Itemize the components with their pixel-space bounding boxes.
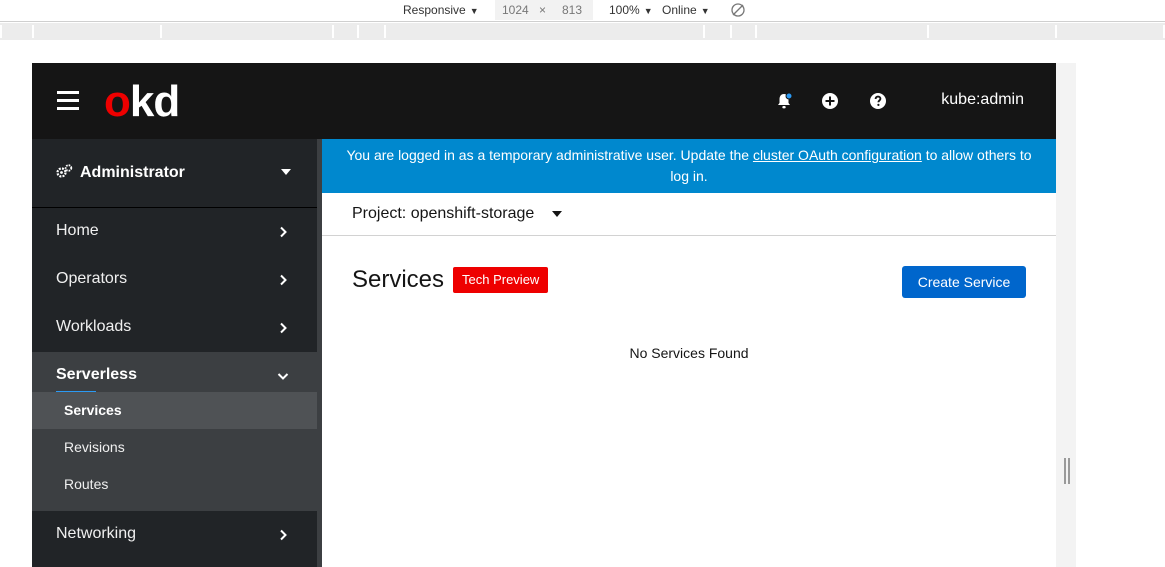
width-input[interactable]: 1024	[502, 3, 529, 17]
nav-item-networking[interactable]: Networking	[32, 511, 317, 559]
cluster-banner: You are logged in as a temporary adminis…	[322, 139, 1056, 193]
caret-down-icon: ▼	[469, 6, 479, 16]
logo-o: o	[104, 77, 131, 126]
perspective-label: Administrator	[80, 164, 185, 181]
nav-item-label: Serverless	[56, 366, 137, 383]
height-input[interactable]: 813	[562, 3, 582, 17]
perspective-switcher[interactable]: Administrator	[32, 139, 317, 208]
chevron-right-icon	[277, 528, 289, 541]
bell-icon[interactable]	[775, 92, 793, 110]
ruler-segment[interactable]	[32, 25, 162, 38]
user-menu[interactable]: kube:admin	[941, 91, 1024, 109]
nav-item-label: Workloads	[56, 318, 132, 335]
chevron-right-icon	[277, 321, 289, 334]
ruler-segment[interactable]	[0, 25, 34, 38]
nav-item-serverless[interactable]: Serverless	[32, 352, 317, 394]
subnav-item-label: Routes	[64, 476, 109, 492]
masthead: okd kube:admin	[32, 63, 1056, 139]
oauth-config-link[interactable]: cluster OAuth configuration	[753, 147, 922, 163]
nav-item-workloads[interactable]: Workloads	[32, 304, 317, 352]
zoom-label: 100%	[609, 3, 640, 17]
ruler-segment[interactable]	[357, 25, 386, 38]
ruler-segment[interactable]	[927, 25, 1057, 38]
device-label: Responsive	[403, 3, 466, 17]
caret-down-icon: ▼	[643, 6, 653, 16]
create-service-button[interactable]: Create Service	[902, 266, 1026, 298]
project-dropdown[interactable]: Project: openshift-storage	[352, 205, 563, 223]
ruler-segment[interactable]	[160, 25, 334, 38]
nav-item-label: Networking	[56, 525, 137, 542]
nav-item-label: Home	[56, 222, 99, 239]
chevron-down-icon	[277, 369, 289, 381]
page-title: Services	[352, 266, 445, 293]
media-query-ruler	[0, 23, 1165, 40]
serverless-subnav: Services Revisions Routes	[32, 392, 317, 511]
sidebar: Administrator Home Operators Workloads S…	[32, 139, 322, 567]
ruler-segment[interactable]	[384, 25, 705, 38]
resize-handle[interactable]	[1064, 458, 1070, 484]
logo-text: kd	[129, 77, 180, 126]
throttle-label: Online	[662, 3, 697, 17]
nav-item-home[interactable]: Home	[32, 208, 317, 256]
cogs-icon	[56, 164, 73, 184]
zoom-select[interactable]: 100% ▼	[609, 3, 653, 18]
nav-item-label: Operators	[56, 270, 128, 287]
resize-pad	[1056, 63, 1076, 567]
project-bar: Project: openshift-storage	[322, 193, 1056, 236]
ruler-segment[interactable]	[1055, 25, 1165, 38]
ruler-segment[interactable]	[755, 25, 929, 38]
plus-circle-icon[interactable]	[821, 92, 839, 110]
tech-preview-badge: Tech Preview	[453, 267, 549, 293]
subnav-item-services[interactable]: Services	[32, 392, 317, 429]
device-select[interactable]: Responsive ▼	[403, 3, 479, 18]
subnav-item-label: Services	[64, 402, 122, 418]
caret-down-icon	[552, 210, 563, 217]
app-viewport: okd kube:admin Administrator Home Operat…	[32, 63, 1056, 567]
chevron-right-icon	[277, 225, 289, 238]
times-icon: ×	[539, 3, 547, 17]
subnav-item-routes[interactable]: Routes	[32, 466, 317, 503]
ruler-segment[interactable]	[332, 25, 359, 38]
empty-state-message: No Services Found	[629, 345, 749, 361]
throttle-select[interactable]: Online ▼	[662, 3, 710, 18]
main-content: You are logged in as a temporary adminis…	[322, 139, 1056, 567]
ruler-segment[interactable]	[730, 25, 757, 38]
okd-logo[interactable]: okd	[104, 77, 180, 127]
question-circle-icon[interactable]	[869, 92, 887, 110]
chevron-right-icon	[277, 273, 289, 286]
devtools-toolbar: Responsive ▼ 1024 × 813 100% ▼ Online ▼	[0, 0, 1165, 22]
subnav-item-revisions[interactable]: Revisions	[32, 429, 317, 466]
ruler-segment[interactable]	[703, 25, 732, 38]
banner-text: You are logged in as a temporary adminis…	[346, 147, 753, 163]
project-label: Project: openshift-storage	[352, 205, 535, 222]
caret-down-icon	[281, 169, 291, 175]
caret-down-icon: ▼	[700, 6, 710, 16]
rotate-icon[interactable]	[730, 2, 746, 21]
nav-item-operators[interactable]: Operators	[32, 256, 317, 304]
subnav-item-label: Revisions	[64, 439, 125, 455]
hamburger-icon[interactable]	[57, 91, 79, 110]
